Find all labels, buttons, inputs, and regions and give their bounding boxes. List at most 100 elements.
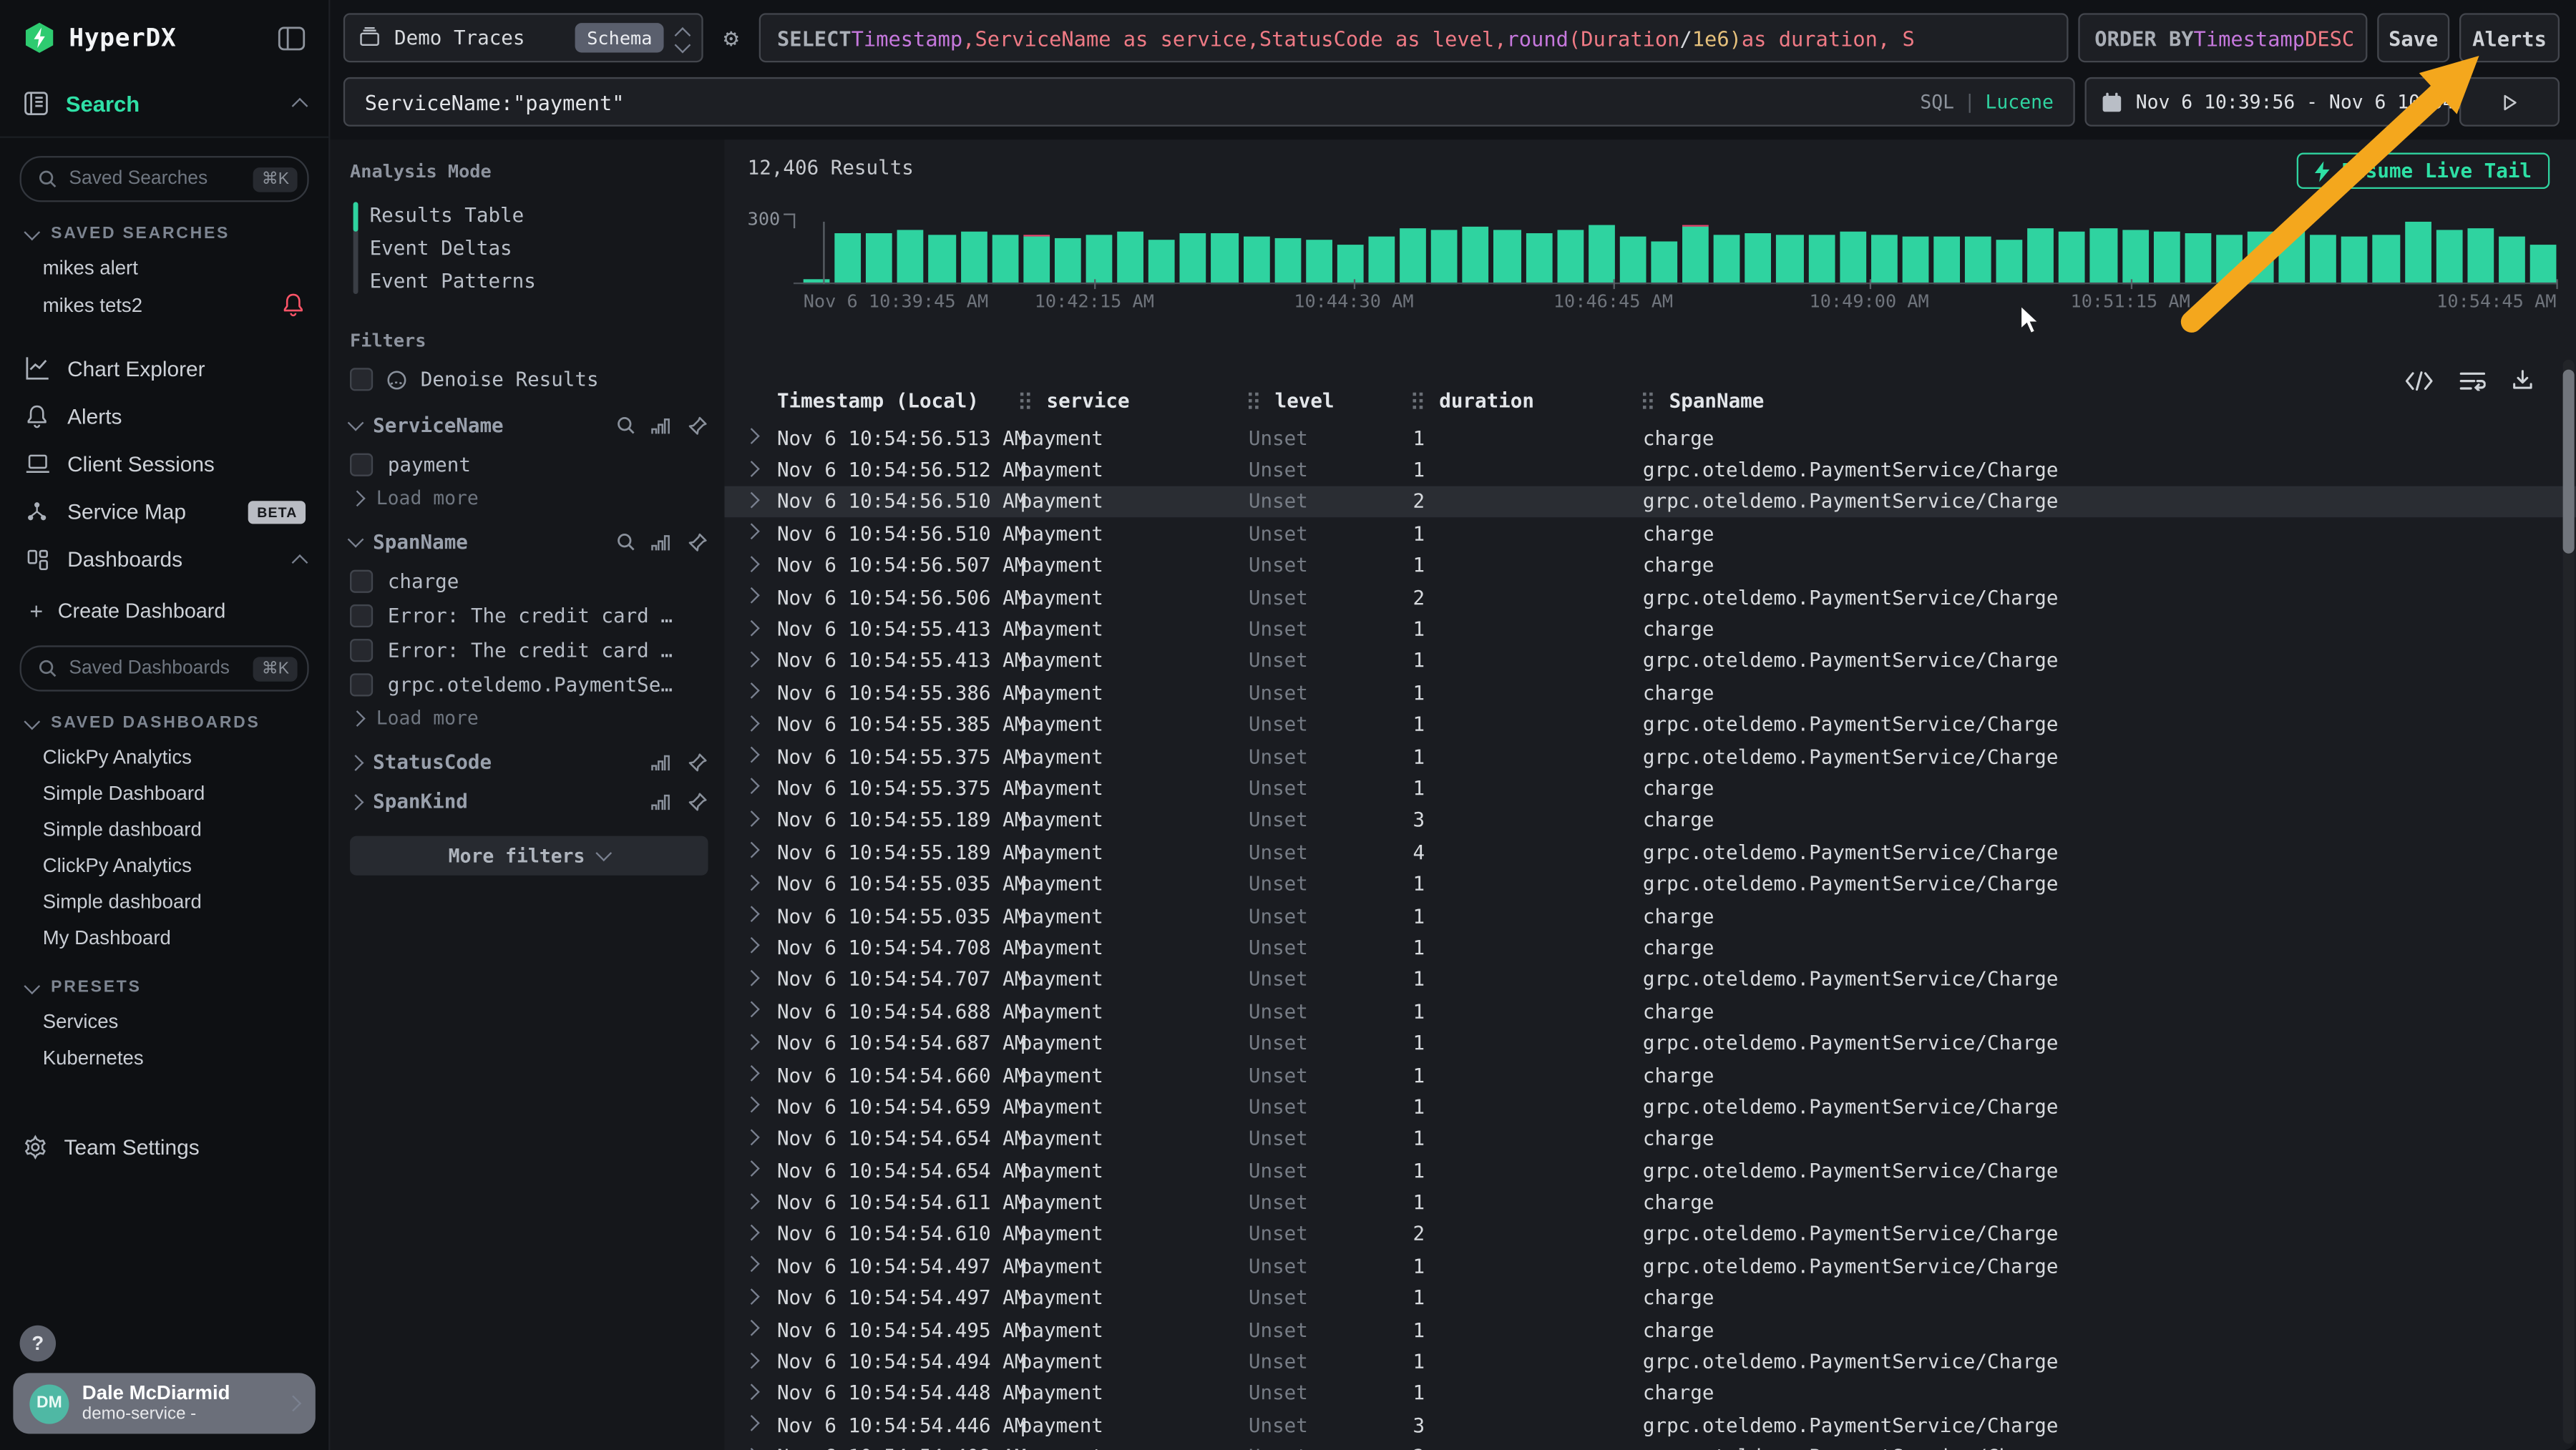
sidebar-item-service-map[interactable]: Service MapBETA xyxy=(0,488,328,536)
drag-handle-icon[interactable] xyxy=(1249,393,1252,396)
histogram-bar[interactable] xyxy=(2499,237,2525,285)
column-header-service[interactable]: service xyxy=(1020,389,1249,412)
code-view-icon[interactable] xyxy=(2405,371,2433,391)
load-more-button[interactable]: Load more xyxy=(350,481,708,514)
histogram-bar[interactable] xyxy=(1526,233,1552,284)
saved-search-item[interactable]: mikes tets2 xyxy=(0,285,328,323)
histogram-bar[interactable] xyxy=(929,235,955,284)
resume-live-tail-button[interactable]: Resume Live Tail xyxy=(2298,153,2550,190)
preset-item[interactable]: Kubernetes xyxy=(0,1039,328,1076)
expand-row-icon[interactable] xyxy=(746,748,777,765)
histogram-bar[interactable] xyxy=(1714,235,1740,284)
expand-row-icon[interactable] xyxy=(746,939,777,956)
table-row[interactable]: Nov 6 10:54:54.659 AMpaymentUnset1grpc.o… xyxy=(725,1091,2576,1123)
histogram-bar[interactable] xyxy=(1996,240,2023,284)
save-button[interactable]: Save xyxy=(2377,13,2449,62)
histogram-bar[interactable] xyxy=(1933,237,1960,285)
histogram-bar[interactable] xyxy=(1651,242,1677,285)
expand-row-icon[interactable] xyxy=(746,1257,777,1275)
table-row[interactable]: Nov 6 10:54:54.497 AMpaymentUnset1charge xyxy=(725,1282,2576,1314)
saved-search-item[interactable]: mikes alert xyxy=(0,250,328,286)
analysis-mode-item[interactable]: Event Deltas xyxy=(370,232,708,265)
saved-dashboards-section[interactable]: SAVED DASHBOARDS xyxy=(0,692,328,740)
order-by-input[interactable]: ORDER BY Timestamp DESC xyxy=(2078,13,2367,62)
expand-row-icon[interactable] xyxy=(746,1193,777,1211)
checkbox[interactable] xyxy=(350,672,373,695)
table-row[interactable]: Nov 6 10:54:54.497 AMpaymentUnset1grpc.o… xyxy=(725,1250,2576,1283)
pin-icon[interactable] xyxy=(687,415,708,436)
table-row[interactable]: Nov 6 10:54:54.687 AMpaymentUnset1grpc.o… xyxy=(725,1027,2576,1059)
histogram-bar[interactable] xyxy=(1777,235,1803,284)
query-search-input[interactable]: ServiceName:"payment" SQL|Lucene xyxy=(343,77,2075,127)
filter-value-checkbox[interactable]: grpc.oteldemo.PaymentSe… xyxy=(350,667,708,701)
expand-row-icon[interactable] xyxy=(746,843,777,861)
wrap-lines-icon[interactable] xyxy=(2459,371,2486,391)
checkbox[interactable] xyxy=(350,604,373,627)
histogram-bar[interactable] xyxy=(1368,237,1395,285)
results-histogram[interactable]: 300 xyxy=(804,218,2557,284)
histogram-bar[interactable] xyxy=(897,230,924,284)
column-header-duration[interactable]: duration xyxy=(1413,389,1642,412)
expand-row-icon[interactable] xyxy=(746,715,777,733)
filter-value-checkbox[interactable]: Error: The credit card … xyxy=(350,598,708,632)
filter-value-checkbox[interactable]: payment xyxy=(350,446,708,481)
scrollbar-thumb[interactable] xyxy=(2563,370,2575,554)
load-more-button[interactable]: Load more xyxy=(350,701,708,734)
date-range-picker[interactable]: Nov 6 10:39:56 - Nov 6 10:54:56 xyxy=(2085,77,2450,127)
histogram-bar[interactable] xyxy=(1148,240,1175,284)
histogram-bar[interactable] xyxy=(1431,230,1458,284)
sidebar-item-client-sessions[interactable]: Client Sessions xyxy=(0,440,328,488)
histogram-bar[interactable] xyxy=(1745,233,1772,284)
source-settings-gear-icon[interactable]: ⚙ xyxy=(713,13,749,62)
histogram-bar[interactable] xyxy=(2311,235,2337,284)
histogram-bar[interactable] xyxy=(866,233,892,284)
expand-row-icon[interactable] xyxy=(746,875,777,893)
expand-row-icon[interactable] xyxy=(746,906,777,924)
create-dashboard-button[interactable]: + Create Dashboard xyxy=(0,583,328,627)
table-row[interactable]: Nov 6 10:54:55.385 AMpaymentUnset1grpc.o… xyxy=(725,709,2576,741)
expand-row-icon[interactable] xyxy=(746,1384,777,1402)
table-row[interactable]: Nov 6 10:54:54.610 AMpaymentUnset2grpc.o… xyxy=(725,1218,2576,1250)
histogram-bar[interactable] xyxy=(2342,237,2368,285)
histogram-bar[interactable] xyxy=(1870,235,1897,284)
checkbox[interactable] xyxy=(350,453,373,476)
language-toggle[interactable]: SQL|Lucene xyxy=(1920,90,2054,113)
histogram-bar[interactable] xyxy=(2279,230,2306,284)
select-clause-input[interactable]: SELECT Timestamp, ServiceName as service… xyxy=(759,13,2069,62)
bar-chart-icon[interactable] xyxy=(650,753,672,771)
histogram-bar[interactable] xyxy=(1023,234,1050,284)
search-icon[interactable] xyxy=(616,532,636,552)
analysis-mode-active[interactable]: Results Table xyxy=(370,199,708,232)
histogram-bar[interactable] xyxy=(1808,235,1835,284)
histogram-bar[interactable] xyxy=(2436,230,2462,284)
sidebar-item-search[interactable]: Search xyxy=(0,71,328,138)
table-row[interactable]: Nov 6 10:54:55.035 AMpaymentUnset1charge xyxy=(725,900,2576,932)
table-row[interactable]: Nov 6 10:54:56.510 AMpaymentUnset2grpc.o… xyxy=(725,486,2576,518)
expand-row-icon[interactable] xyxy=(746,811,777,829)
histogram-bar[interactable] xyxy=(1557,230,1584,284)
pin-icon[interactable] xyxy=(687,790,708,812)
expand-row-icon[interactable] xyxy=(746,1321,777,1338)
histogram-bar[interactable] xyxy=(835,233,862,284)
drag-handle-icon[interactable] xyxy=(1020,393,1024,396)
table-row[interactable]: Nov 6 10:54:54.654 AMpaymentUnset1grpc.o… xyxy=(725,1155,2576,1187)
expand-row-icon[interactable] xyxy=(746,620,777,638)
histogram-bar[interactable] xyxy=(1463,227,1489,284)
column-header-timestamp-local-[interactable]: Timestamp (Local) xyxy=(777,389,1020,412)
histogram-bar[interactable] xyxy=(1306,240,1332,284)
expand-row-icon[interactable] xyxy=(746,429,777,447)
sidebar-item-dashboards[interactable]: Dashboards xyxy=(0,535,328,583)
histogram-bar[interactable] xyxy=(2153,232,2180,284)
expand-row-icon[interactable] xyxy=(746,970,777,988)
table-row[interactable]: Nov 6 10:54:55.375 AMpaymentUnset1grpc.o… xyxy=(725,740,2576,773)
expand-row-icon[interactable] xyxy=(746,1098,777,1116)
histogram-bar[interactable] xyxy=(2216,235,2243,284)
more-filters-button[interactable]: More filters xyxy=(350,836,708,876)
histogram-bar[interactable] xyxy=(2373,235,2399,284)
histogram-bar[interactable] xyxy=(1840,232,1866,284)
preset-item[interactable]: Services xyxy=(0,1004,328,1040)
filter-group-spanname[interactable]: SpanName xyxy=(350,531,708,554)
expand-row-icon[interactable] xyxy=(746,1353,777,1371)
expand-row-icon[interactable] xyxy=(746,1034,777,1052)
expand-row-icon[interactable] xyxy=(746,461,777,479)
